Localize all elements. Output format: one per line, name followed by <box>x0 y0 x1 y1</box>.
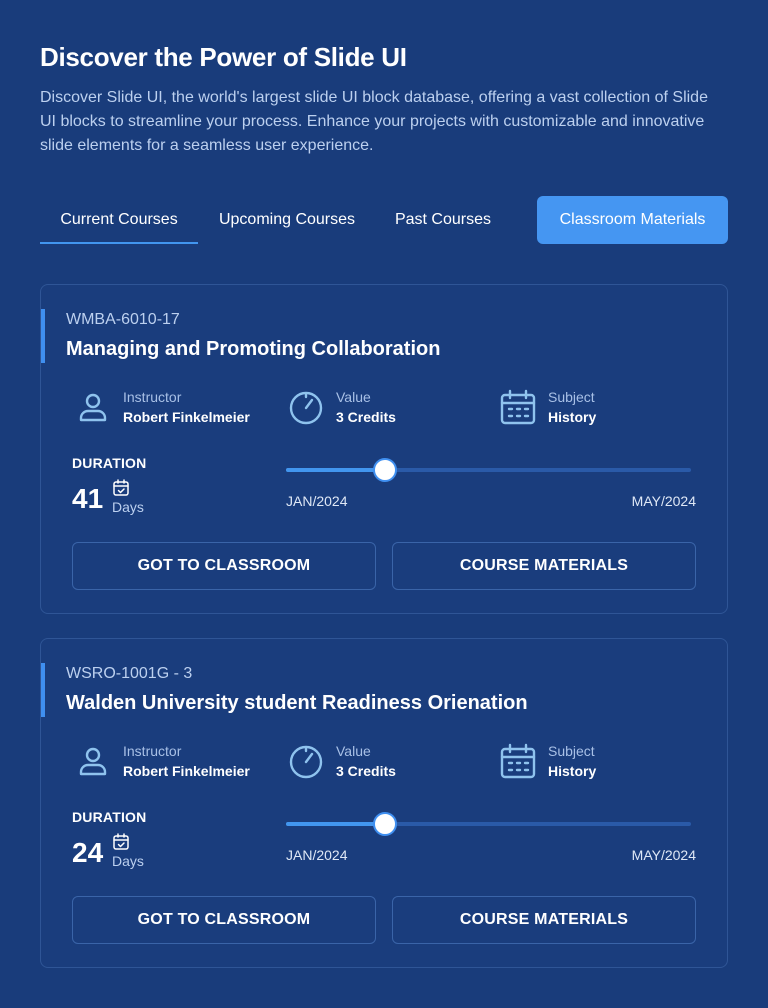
instructor-info: Instructor Robert Finkelmeier <box>75 387 275 431</box>
range-end: MAY/2024 <box>631 847 696 863</box>
gauge-icon <box>288 389 324 425</box>
subject-info: Subject History <box>500 741 680 785</box>
page-description: Discover Slide UI, the world's largest s… <box>40 89 708 154</box>
course-code: WSRO-1001G - 3 <box>66 665 193 682</box>
duration-label: DURATION <box>72 455 147 471</box>
page-title: Discover the Power of Slide UI <box>40 42 407 72</box>
value-label: Value <box>336 743 371 759</box>
instructor-label: Instructor <box>123 743 182 759</box>
duration-value: 24 <box>72 837 104 868</box>
course-title: Walden University student Readiness Orie… <box>66 692 528 714</box>
user-icon <box>75 389 111 425</box>
value-info: Value 3 Credits <box>288 741 468 785</box>
subject-info: Subject History <box>500 387 680 431</box>
calendar-check-icon <box>112 479 130 497</box>
user-icon <box>75 743 111 779</box>
gauge-icon <box>288 743 324 779</box>
instructor-name: Robert Finkelmeier <box>123 763 250 779</box>
course-card: WSRO-1001G - 3 Walden University student… <box>40 638 728 968</box>
course-card: WMBA-6010-17 Managing and Promoting Coll… <box>40 284 728 614</box>
go-to-classroom-button[interactable]: GOT TO CLASSROOM <box>72 896 376 944</box>
tab-past-courses[interactable]: Past Courses <box>384 196 502 244</box>
course-materials-button[interactable]: COURSE MATERIALS <box>392 542 696 590</box>
course-materials-button[interactable]: COURSE MATERIALS <box>392 896 696 944</box>
duration-value: 41 <box>72 483 104 514</box>
card-accent-bar <box>41 663 45 717</box>
credits-value: 3 Credits <box>336 763 396 779</box>
course-title: Managing and Promoting Collaboration <box>66 338 441 360</box>
subject-label: Subject <box>548 743 595 759</box>
credits-value: 3 Credits <box>336 409 396 425</box>
instructor-name: Robert Finkelmeier <box>123 409 250 425</box>
instructor-label: Instructor <box>123 389 182 405</box>
tab-upcoming-courses[interactable]: Upcoming Courses <box>206 196 368 244</box>
duration-unit: Days <box>112 853 144 869</box>
card-accent-bar <box>41 309 45 363</box>
slider-thumb[interactable] <box>373 812 398 836</box>
course-code: WMBA-6010-17 <box>66 311 180 328</box>
instructor-info: Instructor Robert Finkelmeier <box>75 741 275 785</box>
value-label: Value <box>336 389 371 405</box>
go-to-classroom-button[interactable]: GOT TO CLASSROOM <box>72 542 376 590</box>
calendar-icon <box>500 389 536 425</box>
value-info: Value 3 Credits <box>288 387 468 431</box>
slider-fill <box>286 822 386 826</box>
tab-classroom-materials[interactable]: Classroom Materials <box>537 196 728 244</box>
calendar-icon <box>500 743 536 779</box>
slider-thumb[interactable] <box>373 458 398 482</box>
duration-unit: Days <box>112 499 144 515</box>
duration-slider[interactable] <box>286 811 691 837</box>
subject-value: History <box>548 409 597 425</box>
calendar-check-icon <box>112 833 130 851</box>
range-end: MAY/2024 <box>631 493 696 509</box>
tab-current-courses[interactable]: Current Courses <box>40 196 198 244</box>
duration-label: DURATION <box>72 809 147 825</box>
subject-value: History <box>548 763 597 779</box>
subject-label: Subject <box>548 389 595 405</box>
range-start: JAN/2024 <box>286 493 348 509</box>
duration-slider[interactable] <box>286 457 691 483</box>
course-tabs: Current Courses Upcoming Courses Past Co… <box>40 196 728 244</box>
slider-fill <box>286 468 386 472</box>
range-start: JAN/2024 <box>286 847 348 863</box>
